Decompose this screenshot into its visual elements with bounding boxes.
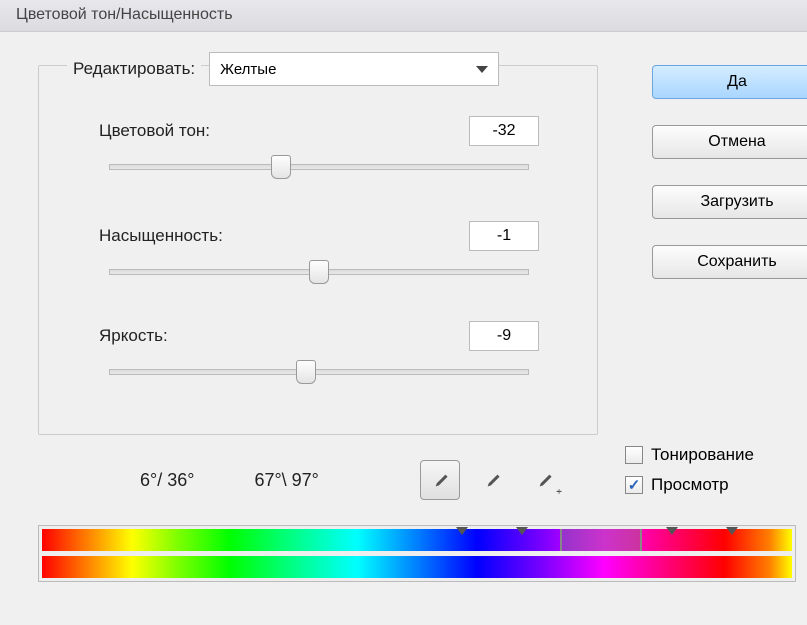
hue-saturation-dialog: Цветовой тон/Насыщенность Редактировать:…: [0, 0, 807, 625]
eyedropper-minus-icon[interactable]: −: [524, 460, 564, 500]
range-right: 67°\ 97°: [254, 470, 318, 491]
eyedropper-tools: + −: [420, 460, 564, 500]
spectrum-marker[interactable]: [726, 527, 738, 535]
saturation-slider-thumb[interactable]: [309, 260, 329, 284]
spectrum-marker[interactable]: [516, 527, 528, 535]
saturation-label: Насыщенность:: [99, 226, 223, 246]
colorize-label: Тонирование: [651, 445, 754, 465]
spectrum-strips: [38, 525, 796, 582]
eyedropper-icon[interactable]: [420, 460, 460, 500]
spectrum-range-bar[interactable]: [560, 529, 643, 551]
ok-button[interactable]: Да: [652, 65, 807, 99]
save-button[interactable]: Сохранить: [652, 245, 807, 279]
load-button[interactable]: Загрузить: [652, 185, 807, 219]
window-title: Цветовой тон/Насыщенность: [16, 6, 233, 23]
hue-block: Цветовой тон:: [99, 116, 539, 170]
checkbox-group: Тонирование Просмотр: [625, 445, 754, 505]
spectrum-top[interactable]: [42, 529, 792, 551]
edit-dropdown[interactable]: Желтые: [209, 52, 499, 86]
lightness-slider-thumb[interactable]: [296, 360, 316, 384]
window-titlebar[interactable]: Цветовой тон/Насыщенность: [0, 0, 807, 32]
cancel-button[interactable]: Отмена: [652, 125, 807, 159]
spectrum-marker[interactable]: [456, 527, 468, 535]
saturation-slider[interactable]: [109, 269, 529, 275]
colorize-row: Тонирование: [625, 445, 754, 465]
chevron-down-icon: [476, 66, 488, 73]
edit-dropdown-value: Желтые: [220, 61, 276, 78]
preview-checkbox[interactable]: [625, 476, 643, 494]
hue-slider[interactable]: [109, 164, 529, 170]
hue-label: Цветовой тон:: [99, 121, 210, 141]
lightness-slider[interactable]: [109, 369, 529, 375]
spectrum-marker[interactable]: [666, 527, 678, 535]
edit-label: Редактировать:: [67, 59, 201, 79]
preview-label: Просмотр: [651, 475, 729, 495]
lightness-label: Яркость:: [99, 326, 168, 346]
saturation-block: Насыщенность:: [99, 221, 539, 275]
hue-slider-thumb[interactable]: [271, 155, 291, 179]
range-values: 6°/ 36° 67°\ 97°: [140, 470, 319, 491]
dialog-content: Редактировать: Желтые Цветовой тон: Насы…: [0, 65, 807, 625]
lightness-block: Яркость:: [99, 321, 539, 375]
lightness-input[interactable]: [469, 321, 539, 351]
eyedropper-plus-icon[interactable]: +: [472, 460, 512, 500]
button-column: Да Отмена Загрузить Сохранить: [652, 65, 807, 305]
saturation-input[interactable]: [469, 221, 539, 251]
preview-row: Просмотр: [625, 475, 754, 495]
hue-input[interactable]: [469, 116, 539, 146]
spectrum-bottom: [42, 556, 792, 578]
edit-groupbox: Редактировать: Желтые Цветовой тон: Насы…: [38, 65, 598, 435]
edit-row: Редактировать: Желтые: [67, 52, 499, 86]
range-left: 6°/ 36°: [140, 470, 194, 491]
colorize-checkbox[interactable]: [625, 446, 643, 464]
